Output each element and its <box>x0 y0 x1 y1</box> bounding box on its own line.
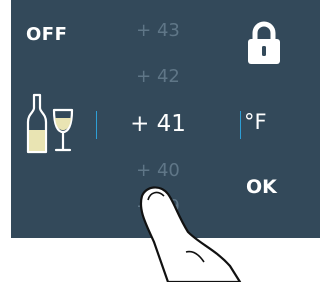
unit-toggle-button[interactable]: °F <box>244 110 267 134</box>
lock-icon[interactable] <box>246 20 282 66</box>
temperature-option[interactable]: + 43 <box>128 20 188 41</box>
screen: OFF + 43 + 42 + 41 + 40 + 39 °F OK <box>0 0 320 282</box>
current-temperature[interactable]: + 41 <box>128 111 188 137</box>
wine-bottle-glass-icon <box>26 93 74 154</box>
left-divider <box>96 111 97 139</box>
power-off-button[interactable]: OFF <box>26 24 67 45</box>
pointing-finger-icon <box>139 186 242 282</box>
temperature-option[interactable]: + 42 <box>128 66 188 87</box>
right-divider <box>240 111 241 139</box>
